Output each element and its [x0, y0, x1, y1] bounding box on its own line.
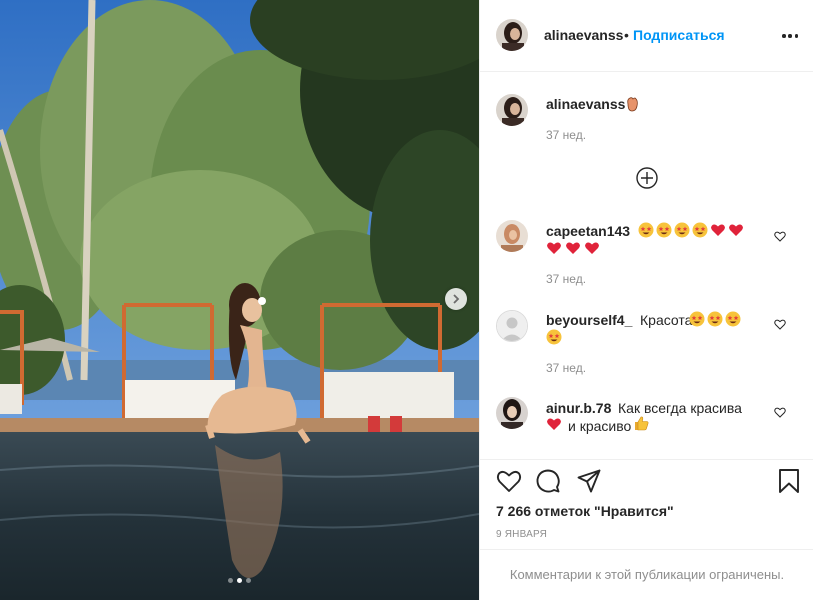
caption-avatar[interactable]: [496, 94, 528, 126]
footer-divider: [480, 549, 813, 550]
star-struck-emoji-icon: [656, 222, 672, 238]
load-more-comments-icon[interactable]: [636, 167, 658, 189]
header-username[interactable]: alinaevanss: [544, 27, 623, 43]
carousel-indicator: [0, 578, 479, 583]
comment-text: Красота: [640, 312, 693, 328]
post-media[interactable]: [0, 0, 479, 600]
comment-username[interactable]: capeetan143: [546, 223, 630, 239]
caption-username[interactable]: alinaevanss: [546, 96, 625, 112]
star-struck-emoji-icon: [638, 222, 654, 238]
star-struck-emoji-icon: [707, 311, 723, 327]
post-date: 9 ЯНВАРЯ: [496, 529, 548, 540]
avatar[interactable]: [496, 19, 528, 51]
likes-count[interactable]: 7 266 отметок "Нравится": [496, 503, 674, 519]
header-separator: •: [624, 27, 629, 43]
next-photo-button[interactable]: [445, 288, 467, 310]
star-struck-emoji-icon: [692, 222, 708, 238]
carousel-dot: [228, 578, 233, 583]
carousel-dot: [246, 578, 251, 583]
comment-avatar[interactable]: [496, 397, 528, 429]
chevron-right-icon: [453, 294, 460, 304]
post-side-panel: alinaevanss • Подписаться alinaevanss 37…: [479, 0, 813, 600]
red-heart-emoji-icon: [547, 242, 561, 254]
save-icon[interactable]: [776, 468, 802, 494]
more-options-icon[interactable]: [782, 34, 798, 38]
comment-timestamp: 37 нед.: [546, 272, 587, 286]
red-heart-emoji-icon: [711, 224, 725, 236]
carousel-dot-active: [237, 578, 242, 583]
red-heart-emoji-icon: [585, 242, 599, 254]
post-header: alinaevanss • Подписаться: [480, 0, 813, 72]
like-comment-heart-icon[interactable]: [774, 230, 786, 242]
comment-timestamp: 37 нед.: [546, 361, 587, 375]
comment-username[interactable]: ainur.b.78: [546, 400, 611, 416]
star-struck-emoji-icon: [546, 329, 562, 345]
share-icon[interactable]: [576, 468, 602, 494]
comment-avatar[interactable]: [496, 310, 528, 342]
comment-icon[interactable]: [535, 468, 561, 494]
star-struck-emoji-icon: [689, 311, 705, 327]
caption-timestamp: 37 нед.: [546, 128, 587, 142]
comment-username[interactable]: beyourself4_: [546, 312, 632, 328]
post-photo: [0, 0, 479, 600]
hand-emoji-icon: [627, 97, 638, 112]
star-struck-emoji-icon: [725, 311, 741, 327]
like-icon[interactable]: [496, 468, 522, 494]
actions-divider: [480, 459, 813, 460]
thumbs-up-emoji-icon: [635, 416, 649, 431]
follow-button[interactable]: Подписаться: [633, 27, 725, 43]
instagram-post: alinaevanss • Подписаться alinaevanss 37…: [0, 0, 813, 600]
action-bar: [480, 465, 813, 497]
comment-text: Как всегда красива: [618, 400, 742, 416]
like-comment-heart-icon[interactable]: [774, 318, 786, 330]
red-heart-emoji-icon: [729, 224, 743, 236]
like-comment-heart-icon[interactable]: [774, 406, 786, 418]
red-heart-emoji-icon: [566, 242, 580, 254]
comment-avatar[interactable]: [496, 220, 528, 252]
comment-text-continued: и красиво: [568, 418, 632, 434]
comments-restricted-notice: Комментарии к этой публикации ограничены…: [509, 567, 785, 582]
star-struck-emoji-icon: [674, 222, 690, 238]
red-heart-emoji-icon: [547, 418, 561, 430]
